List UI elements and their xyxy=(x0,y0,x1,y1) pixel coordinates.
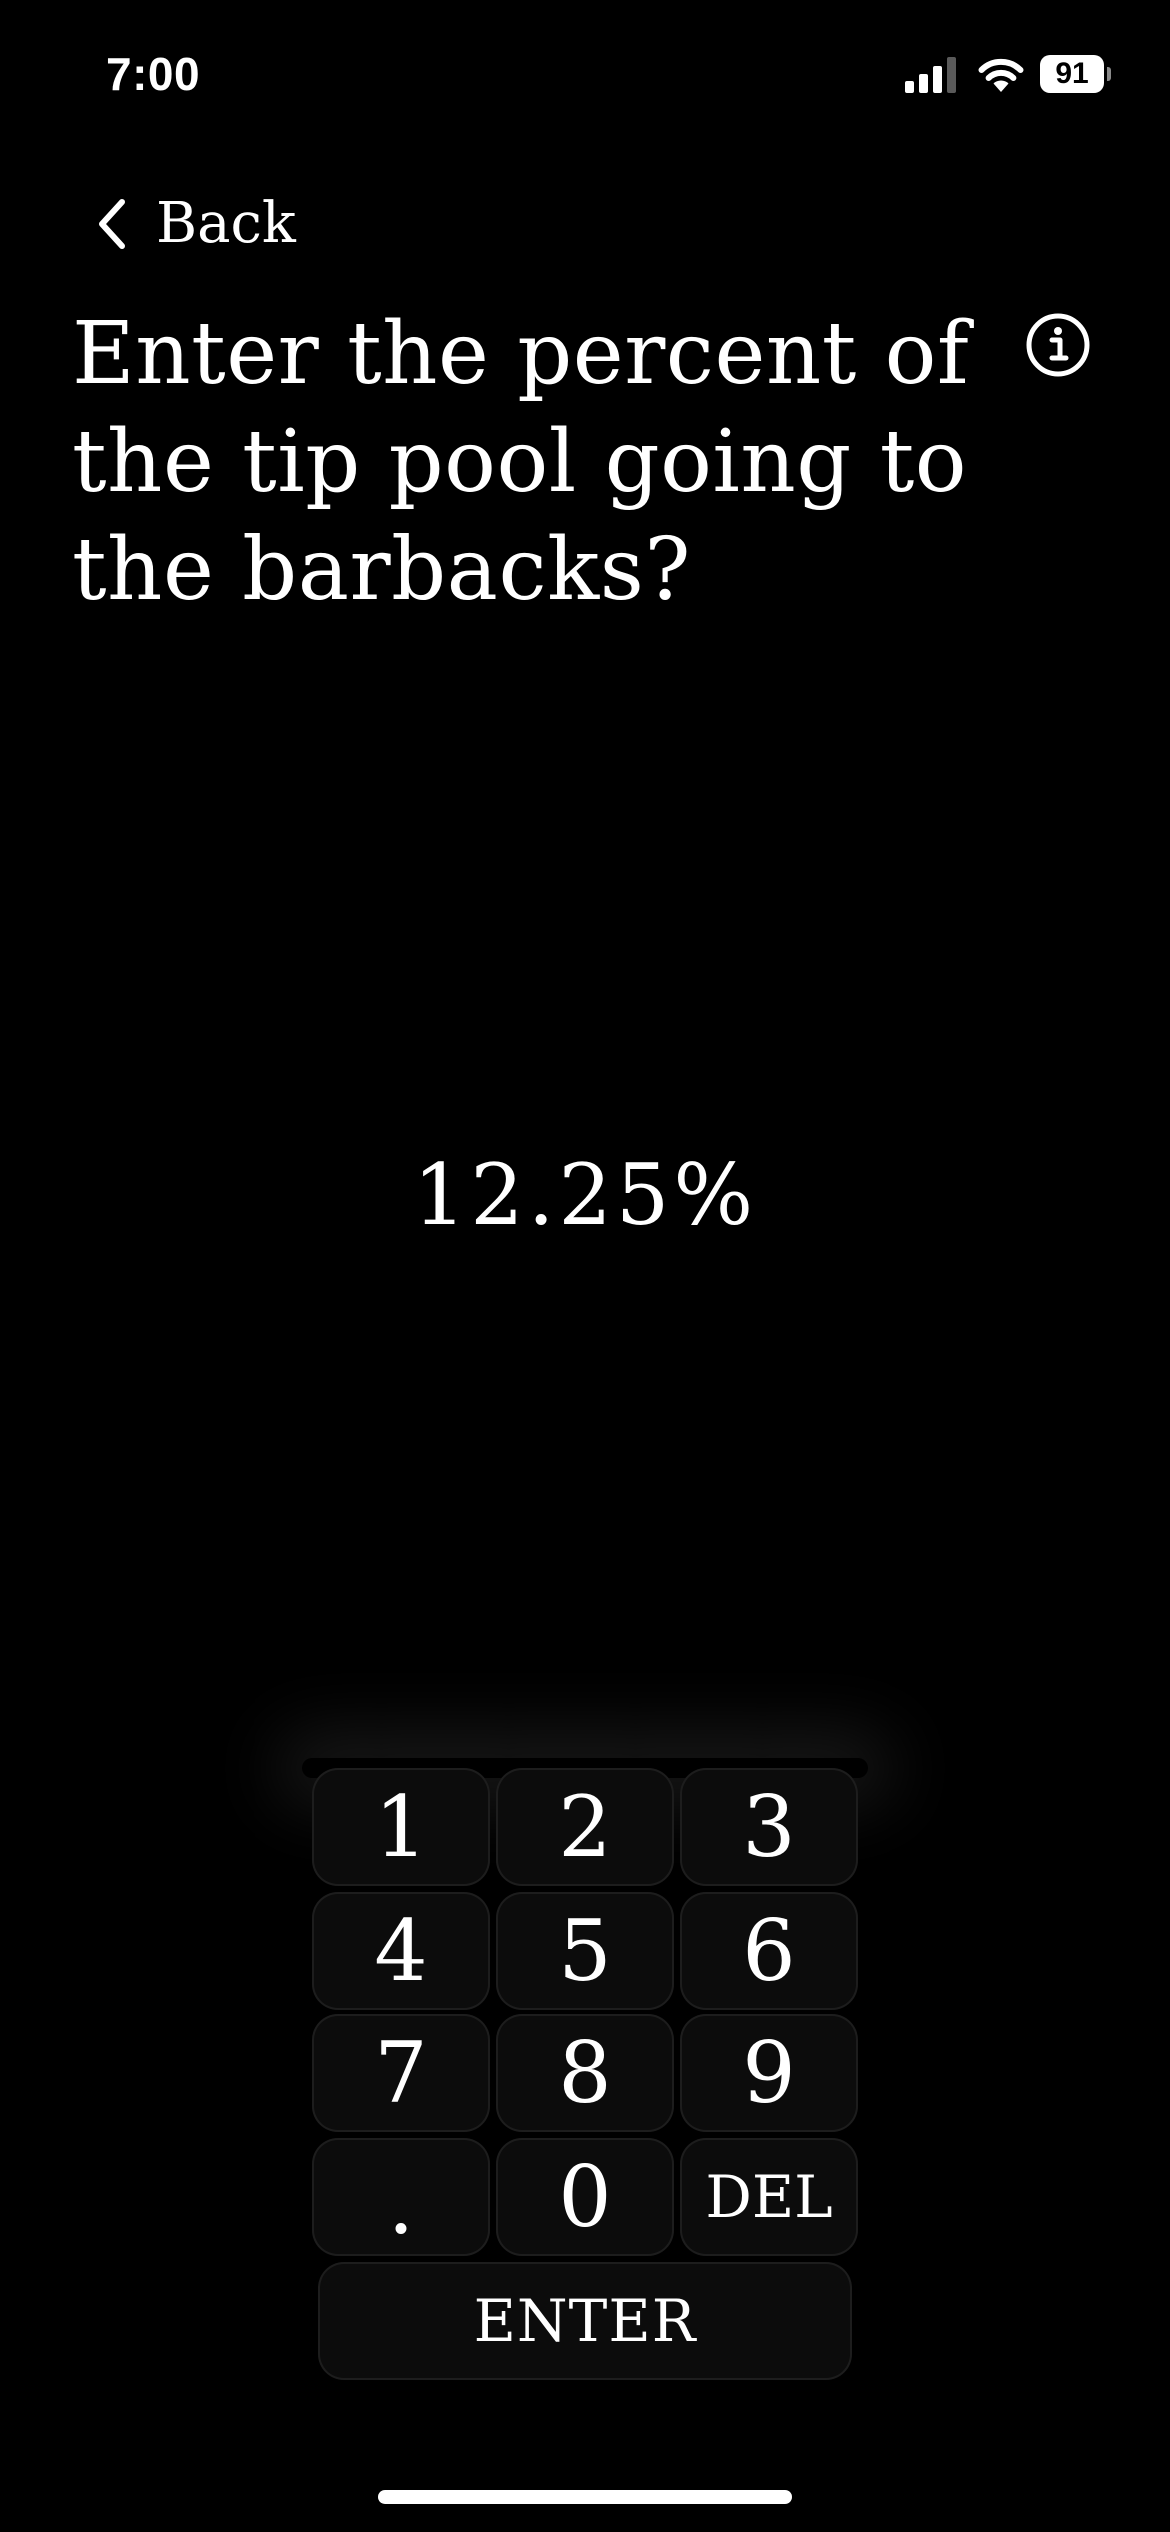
status-time: 7:00 xyxy=(106,48,201,100)
key-8[interactable]: 8 xyxy=(496,2014,674,2132)
key-7[interactable]: 7 xyxy=(312,2014,490,2132)
percent-value-display: 12.25% xyxy=(412,1146,758,1244)
info-icon[interactable] xyxy=(1025,312,1091,378)
cellular-signal-icon xyxy=(905,55,959,93)
key-decimal[interactable]: . xyxy=(312,2138,490,2256)
key-3[interactable]: 3 xyxy=(680,1768,858,1886)
battery-level: 91 xyxy=(1040,55,1104,93)
key-0[interactable]: 0 xyxy=(496,2138,674,2256)
page-title: Enter the percent of the tip pool going … xyxy=(72,304,970,620)
wifi-icon xyxy=(978,58,1024,92)
delete-button[interactable]: DEL xyxy=(680,2138,858,2256)
chevron-left-icon xyxy=(99,199,125,249)
battery-icon: 91 xyxy=(1040,55,1111,93)
key-5[interactable]: 5 xyxy=(496,1892,674,2010)
key-1[interactable]: 1 xyxy=(312,1768,490,1886)
back-label: Back xyxy=(156,191,296,256)
home-indicator[interactable] xyxy=(378,2490,792,2504)
key-6[interactable]: 6 xyxy=(680,1892,858,2010)
key-4[interactable]: 4 xyxy=(312,1892,490,2010)
back-button[interactable]: Back xyxy=(92,184,296,264)
key-9[interactable]: 9 xyxy=(680,2014,858,2132)
enter-button[interactable]: ENTER xyxy=(318,2262,852,2380)
key-2[interactable]: 2 xyxy=(496,1768,674,1886)
